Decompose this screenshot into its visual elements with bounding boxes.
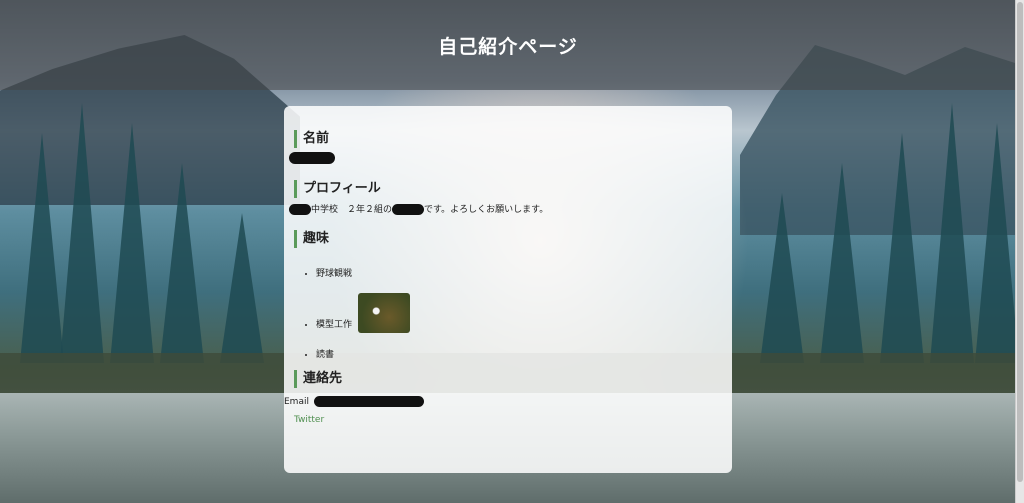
twitter-link[interactable]: Twitter: [294, 415, 324, 425]
redacted-email: [313, 396, 424, 407]
hobbies-heading: 趣味: [294, 230, 722, 248]
list-item: 野球観戦: [316, 266, 722, 279]
profile-text: 中学校 ２年２組の です。よろしくお願いします。: [289, 204, 722, 216]
redacted-student-name: [392, 204, 425, 215]
list-item: 模型工作: [316, 293, 722, 333]
page-title: 自己紹介ページ: [438, 35, 578, 58]
name-heading: 名前: [294, 130, 722, 148]
name-section: 名前: [289, 130, 722, 168]
profile-heading: プロフィール: [294, 180, 722, 198]
vertical-scrollbar[interactable]: [1015, 0, 1024, 503]
list-item: 読書: [316, 347, 722, 360]
profile-card: 名前 プロフィール 中学校 ２年２組のです。よろしくお願いします。 趣味 野球観…: [284, 106, 732, 473]
hobby-photo: [358, 293, 411, 333]
redacted-school: [289, 204, 311, 215]
hobbies-section: 趣味 野球観戦 模型工作 読書: [294, 230, 722, 360]
contact-section: 連絡先 Email Twitter: [284, 370, 722, 425]
profile-section: プロフィール 中学校 ２年２組の です。よろしくお願いします。: [289, 180, 722, 216]
redacted-name: [289, 152, 335, 164]
hobby-list: 野球観戦 模型工作 読書: [294, 266, 722, 360]
contact-heading: 連絡先: [294, 370, 722, 388]
page-header: 自己紹介ページ: [0, 0, 1016, 90]
scrollbar-thumb[interactable]: [1017, 2, 1023, 482]
email-label: Email: [284, 397, 309, 407]
email-row: Email: [284, 396, 722, 407]
